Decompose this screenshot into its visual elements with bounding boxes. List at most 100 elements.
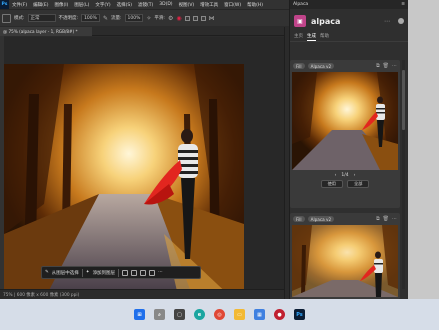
more-icon[interactable]: ⋯ — [392, 216, 397, 222]
document-tab-title: @ 75% (alpaca layer - 1, RGB/8#) * — [3, 29, 78, 34]
document-tab-bar: @ 75% (alpaca layer - 1, RGB/8#) * — [0, 27, 286, 36]
status-bar: 75% | 600 像素 x 600 像素 (300 ppi) — [0, 289, 286, 299]
windows-taskbar: ⊞ ⌕ ▢ e ◎ ▭ ▦ ● Ps — [0, 299, 439, 330]
divider — [118, 268, 120, 277]
file-explorer-icon[interactable]: ▭ — [234, 309, 245, 320]
copy-icon[interactable]: ⧉ — [376, 63, 380, 69]
divider — [81, 268, 83, 277]
photoshop-icon[interactable]: Ps — [294, 309, 305, 320]
brush-tool-icon[interactable] — [2, 13, 11, 23]
menu-file[interactable]: 文件(F) — [9, 2, 30, 8]
nav-tab-help[interactable]: 帮助 — [320, 33, 329, 41]
desktop-background — [408, 0, 439, 299]
delete-icon[interactable]: 🗑 — [383, 63, 389, 69]
menu-layer[interactable]: 图层(L) — [71, 2, 92, 8]
result-photo — [292, 225, 398, 297]
card-tag-model: Alpaca v2 — [307, 216, 335, 222]
record-icon[interactable]: ◉ — [176, 15, 181, 22]
menu-edit[interactable]: 编辑(E) — [30, 2, 51, 8]
more-icon[interactable]: ⋯ — [158, 270, 163, 275]
opacity-field[interactable]: 100% — [81, 14, 100, 22]
card-tag-model: Alpaca v2 — [307, 63, 335, 69]
add-to-layer-button[interactable]: 添加到图层 — [93, 270, 116, 276]
mode-label: 模式: — [14, 16, 25, 21]
canvas-image[interactable] — [4, 64, 244, 300]
menu-filter[interactable]: 滤镜(T) — [135, 2, 156, 8]
windows-start-icon[interactable]: ⊞ — [134, 309, 145, 320]
layer-icon[interactable] — [149, 269, 156, 276]
photoshop-window: Ps 文件(F) 编辑(E) 图像(I) 图层(L) 文字(Y) 选择(S) 滤… — [0, 0, 439, 330]
panel-nav: 主页 生成 帮助 — [290, 33, 408, 42]
airbrush-icon[interactable]: ✧ — [146, 15, 151, 22]
result-card: Fill Alpaca v2 ⧉ 🗑 ⋯ — [290, 213, 400, 299]
panel-title-row: ▣ alpaca ⋯ — [290, 9, 408, 33]
prev-arrow-icon[interactable]: ‹ — [335, 173, 337, 178]
menu-plugins[interactable]: 增效工具 — [197, 2, 221, 8]
result-photo — [292, 72, 398, 170]
alpaca-logo-icon: ▣ — [294, 15, 306, 27]
nav-tab-generate[interactable]: 生成 — [307, 33, 316, 41]
panel-scrollbar[interactable] — [402, 60, 405, 289]
crop-icon[interactable] — [122, 269, 129, 276]
more-icon[interactable]: ⋯ — [392, 63, 397, 69]
card-actions: 使用 全部 — [290, 180, 400, 190]
copy-icon[interactable]: ⧉ — [376, 216, 380, 222]
menu-3d[interactable]: 3D(D) — [156, 2, 175, 7]
delete-icon[interactable]: 🗑 — [383, 216, 389, 222]
symmetry-icon[interactable]: ⋈ — [209, 15, 215, 22]
brush-icon: ✎ — [45, 270, 49, 275]
menu-image[interactable]: 图像(I) — [51, 2, 71, 8]
transform-icon[interactable] — [140, 269, 147, 276]
panel-header-title: Alpaca — [293, 2, 309, 7]
search-icon[interactable]: ⌕ — [154, 309, 165, 320]
menu-view[interactable]: 视图(V) — [176, 2, 198, 8]
settings-gear-icon[interactable]: ⚙ — [168, 15, 173, 22]
option-checkbox-2[interactable] — [192, 15, 198, 21]
document-tab[interactable]: @ 75% (alpaca layer - 1, RGB/8#) * — [0, 27, 92, 36]
menu-window[interactable]: 窗口(W) — [221, 2, 244, 8]
result-image[interactable] — [292, 72, 398, 170]
flow-field[interactable]: 100% — [124, 14, 144, 22]
contextual-task-bar: ✎ 从图层中选择 ✦ 添加到图层 ⋯ — [41, 266, 201, 279]
result-image[interactable] — [292, 225, 398, 297]
menu-select[interactable]: 选择(S) — [114, 2, 135, 8]
wand-icon: ✦ — [85, 270, 90, 275]
menu-help[interactable]: 帮助(H) — [244, 2, 266, 8]
user-avatar[interactable] — [398, 18, 404, 24]
canvas-area[interactable] — [4, 37, 284, 300]
photoshop-logo: Ps — [0, 0, 9, 9]
tree-tunnel-photo — [4, 64, 244, 300]
menu-type[interactable]: 文字(Y) — [92, 2, 113, 8]
panel-menu-icon[interactable]: ≡ — [401, 2, 405, 7]
flow-label: 流量: — [110, 16, 122, 21]
smoothing-label: 平滑: — [154, 16, 165, 21]
panel-header: Alpaca ≡ — [290, 0, 408, 9]
pressure-opacity-icon[interactable]: ✎ — [103, 15, 108, 22]
app-title: alpaca — [311, 16, 341, 26]
mode-select[interactable]: 正常 — [27, 14, 56, 22]
panel-more-icon[interactable]: ⋯ — [384, 18, 390, 25]
pager-count: 1/4 — [341, 172, 349, 178]
opacity-label: 不透明度: — [58, 16, 79, 21]
select-from-layer-button[interactable]: 从图层中选择 — [52, 270, 79, 276]
recorder-icon[interactable]: ● — [274, 309, 285, 320]
task-view-icon[interactable]: ▢ — [174, 309, 185, 320]
chrome-icon[interactable]: ◎ — [214, 309, 225, 320]
card-tag-fill: Fill — [293, 63, 305, 69]
mask-icon[interactable] — [131, 269, 138, 276]
result-card: Fill Alpaca v2 ⧉ 🗑 ⋯ — [290, 60, 400, 208]
options-bar: 模式: 正常 不透明度: 100% ✎ 流量: 100% ✧ 平滑: ⚙ ◉ ⋈ — [0, 9, 290, 26]
image-pager: ‹ 1/4 › — [290, 170, 400, 180]
edge-icon[interactable]: e — [194, 309, 205, 320]
card-header: Fill Alpaca v2 ⧉ 🗑 ⋯ — [290, 213, 400, 225]
card-header: Fill Alpaca v2 ⧉ 🗑 ⋯ — [290, 60, 400, 72]
all-button[interactable]: 全部 — [347, 180, 370, 188]
scrollbar-thumb[interactable] — [402, 70, 405, 130]
option-checkbox-3[interactable] — [200, 15, 206, 21]
option-checkbox-1[interactable] — [184, 15, 190, 21]
status-text: 75% | 600 像素 x 600 像素 (300 ppi) — [3, 293, 80, 298]
nav-tab-home[interactable]: 主页 — [294, 33, 303, 41]
use-button[interactable]: 使用 — [320, 180, 343, 188]
next-arrow-icon[interactable]: › — [354, 173, 356, 178]
store-icon[interactable]: ▦ — [254, 309, 265, 320]
